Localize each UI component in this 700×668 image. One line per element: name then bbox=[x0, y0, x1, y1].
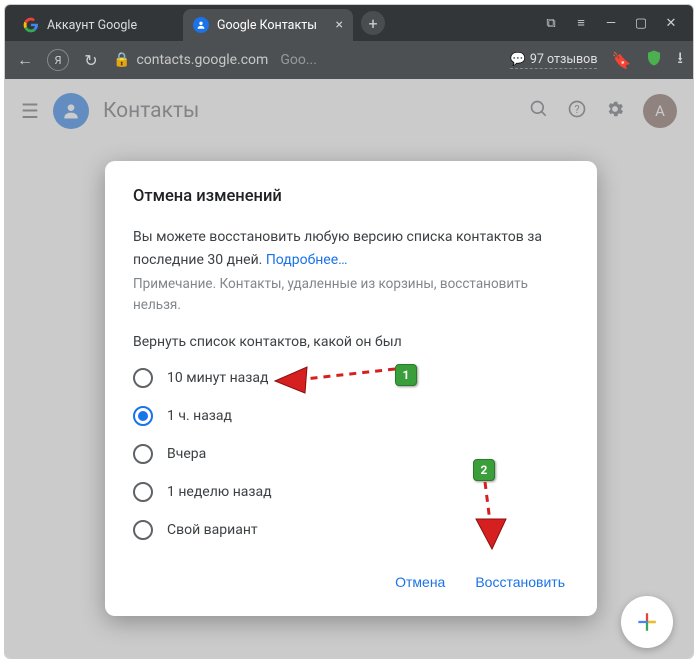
dialog-description: Вы можете восстановить любую версию спис… bbox=[133, 226, 569, 272]
url-title: Goo... bbox=[280, 52, 317, 68]
reload-icon[interactable]: ↻ bbox=[81, 50, 101, 70]
radio-yesterday[interactable]: Вчера bbox=[133, 444, 569, 464]
yandex-icon[interactable]: Я bbox=[47, 49, 69, 71]
learn-more-link[interactable]: Подробнее… bbox=[266, 252, 348, 268]
contacts-icon bbox=[193, 17, 209, 33]
comment-icon: 💬 bbox=[510, 52, 526, 67]
minimize-icon[interactable]: — bbox=[603, 16, 619, 31]
shield-icon[interactable] bbox=[645, 49, 663, 71]
google-icon bbox=[23, 17, 39, 33]
radio-icon bbox=[133, 368, 153, 388]
annotation-marker-2: 2 bbox=[473, 459, 495, 481]
url-display[interactable]: 🔒 contacts.google.com Goo... bbox=[113, 52, 317, 68]
radio-1week[interactable]: 1 неделю назад bbox=[133, 482, 569, 502]
library-icon[interactable]: ⧉ bbox=[543, 16, 559, 31]
cancel-button[interactable]: Отмена bbox=[391, 568, 449, 596]
url-host: contacts.google.com bbox=[136, 52, 268, 68]
reviews-badge[interactable]: 💬 97 отзывов bbox=[510, 52, 597, 69]
restore-button[interactable]: Восстановить bbox=[471, 568, 569, 596]
tab-inactive[interactable]: Аккаунт Google bbox=[13, 9, 183, 41]
radio-icon-selected bbox=[133, 406, 153, 426]
radio-icon bbox=[133, 482, 153, 502]
lock-icon: 🔒 bbox=[113, 52, 130, 68]
tab-title: Аккаунт Google bbox=[47, 18, 137, 33]
window-close-icon[interactable]: ✕ bbox=[663, 16, 679, 31]
radio-icon bbox=[133, 444, 153, 464]
back-icon[interactable]: ← bbox=[15, 50, 35, 70]
browser-tabbar: Аккаунт Google Google Контакты × + ⧉ ≡ —… bbox=[5, 5, 693, 41]
dialog-subtitle: Вернуть список контактов, какой он был bbox=[133, 334, 569, 350]
tab-title: Google Контакты bbox=[217, 18, 317, 33]
download-icon[interactable]: ⭳ bbox=[677, 47, 683, 74]
undo-changes-dialog: Отмена изменений Вы можете восстановить … bbox=[105, 161, 597, 616]
dialog-title: Отмена изменений bbox=[133, 187, 569, 206]
annotation-marker-1: 1 bbox=[395, 364, 417, 386]
menu-icon[interactable]: ≡ bbox=[573, 15, 589, 31]
radio-10min[interactable]: 10 минут назад bbox=[133, 368, 569, 388]
close-icon[interactable]: × bbox=[336, 17, 343, 33]
fab-add[interactable] bbox=[621, 596, 673, 648]
address-bar: ← Я ↻ 🔒 contacts.google.com Goo... 💬 97 … bbox=[5, 41, 693, 79]
win-controls: ⧉ ≡ — ▢ ✕ bbox=[543, 15, 693, 31]
dialog-note: Примечание. Контакты, удаленные из корзи… bbox=[133, 274, 569, 316]
radio-custom[interactable]: Свой вариант bbox=[133, 520, 569, 540]
new-tab-button[interactable]: + bbox=[361, 11, 385, 35]
radio-icon bbox=[133, 520, 153, 540]
maximize-icon[interactable]: ▢ bbox=[633, 16, 649, 31]
radio-1hour[interactable]: 1 ч. назад bbox=[133, 406, 569, 426]
tab-active[interactable]: Google Контакты × bbox=[183, 9, 353, 41]
bookmark-icon[interactable]: 🔖 bbox=[611, 51, 631, 70]
